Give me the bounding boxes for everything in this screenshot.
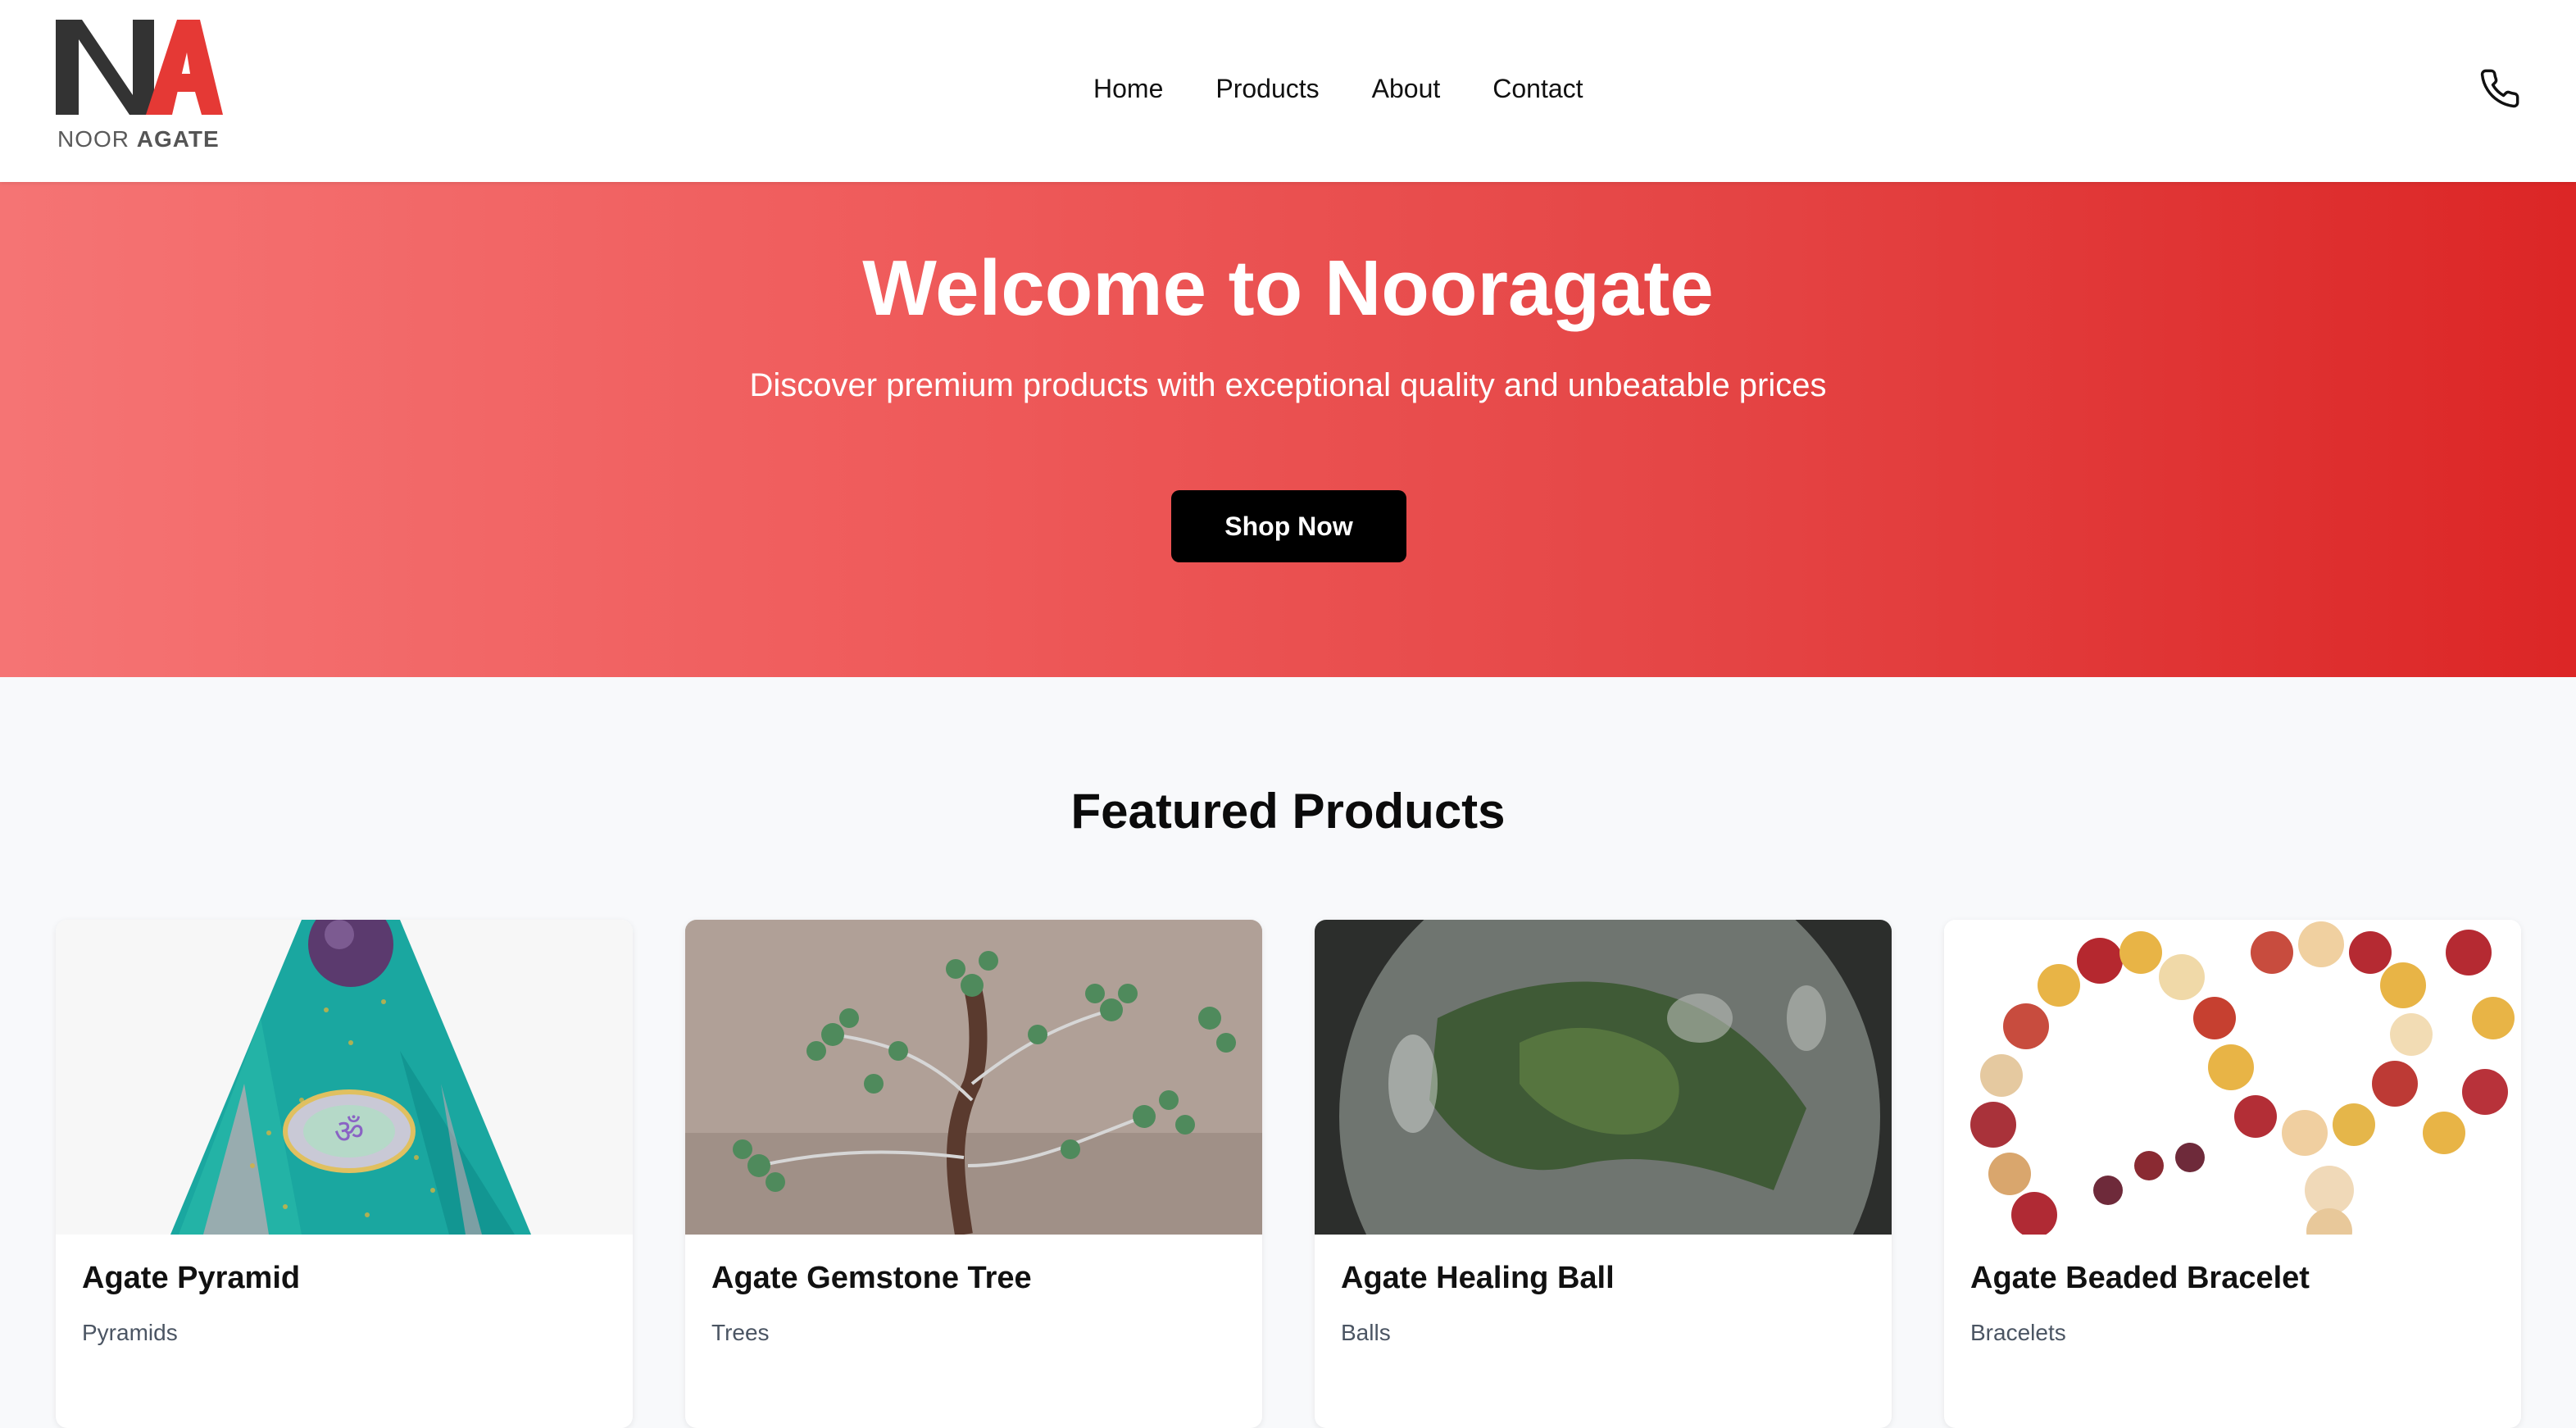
- svg-text:ॐ: ॐ: [334, 1113, 364, 1151]
- phone-icon[interactable]: [2478, 67, 2521, 110]
- nav-about[interactable]: About: [1372, 69, 1441, 108]
- hero-subtitle: Discover premium products with exception…: [749, 367, 1827, 403]
- nav-home[interactable]: Home: [1093, 69, 1163, 108]
- logo-word-noor: NOOR: [57, 126, 129, 152]
- product-category: Bracelets: [1970, 1320, 2066, 1345]
- product-name[interactable]: Agate Beaded Bracelet: [1970, 1261, 2310, 1296]
- logo[interactable]: NOOR AGATE: [54, 20, 226, 157]
- product-category: Balls: [1341, 1320, 1391, 1345]
- site-header: NOOR AGATE Home Products About Contact: [0, 0, 2576, 182]
- featured-products-title: Featured Products: [1070, 784, 1506, 839]
- product-card[interactable]: Agate Gemstone Tree Trees: [685, 920, 1262, 1428]
- product-category: Pyramids: [82, 1320, 178, 1345]
- orgonite-pyramid-image[interactable]: ॐ: [56, 920, 633, 1235]
- logo-word-agate: AGATE: [136, 126, 220, 152]
- product-name[interactable]: Agate Pyramid: [82, 1261, 300, 1296]
- main-nav: Home Products About Contact: [1093, 69, 1583, 108]
- hero-banner: Welcome to Nooragate Discover premium pr…: [0, 182, 2576, 677]
- nav-contact[interactable]: Contact: [1492, 69, 1583, 108]
- product-name[interactable]: Agate Healing Ball: [1341, 1261, 1615, 1296]
- product-grid: ॐ Agate Pyramid Pyramids Agate Gemstone …: [56, 920, 2521, 1428]
- product-card[interactable]: Agate Beaded Bracelet Bracelets: [1944, 920, 2521, 1428]
- gemstone-tree-image[interactable]: [685, 920, 1262, 1235]
- shop-now-button[interactable]: Shop Now: [1171, 490, 1406, 562]
- nav-products[interactable]: Products: [1215, 69, 1319, 108]
- moss-agate-sphere-image[interactable]: [1315, 920, 1892, 1235]
- product-category: Trees: [711, 1320, 770, 1345]
- hero-title: Welcome to Nooragate: [862, 244, 1714, 332]
- product-name[interactable]: Agate Gemstone Tree: [711, 1261, 1032, 1296]
- product-card[interactable]: ॐ Agate Pyramid Pyramids: [56, 920, 633, 1428]
- beaded-bracelet-image[interactable]: [1944, 920, 2521, 1235]
- logo-wordmark: NOOR AGATE: [57, 126, 220, 152]
- product-card[interactable]: Agate Healing Ball Balls: [1315, 920, 1892, 1428]
- logo-mark: [56, 20, 223, 115]
